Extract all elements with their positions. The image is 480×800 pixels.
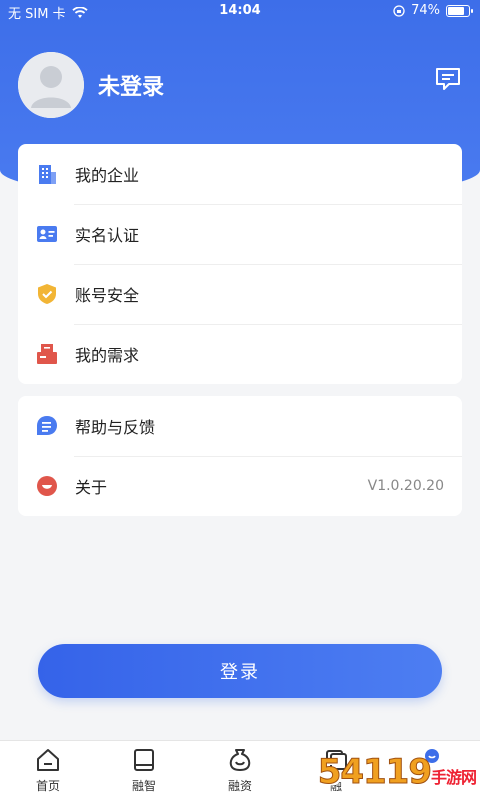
- message-icon: [436, 68, 460, 90]
- status-right: 74%: [393, 3, 473, 18]
- message-button[interactable]: [434, 66, 462, 92]
- tab-label: 融智: [131, 779, 156, 793]
- tab-label: 融资: [227, 779, 252, 793]
- support-menu-card: 帮助与反馈 关于 V1.0.20.20: [18, 396, 462, 516]
- tab-rongzi[interactable]: 融资: [192, 741, 288, 800]
- menu-item-my-enterprise[interactable]: 我的企业: [18, 144, 462, 204]
- app-version: V1.0.20.20: [367, 478, 444, 494]
- account-menu-card: 我的企业 实名认证 账号安全 我的需求: [18, 144, 462, 384]
- menu-item-label: 我的需求: [75, 346, 140, 365]
- menu-item-label: 帮助与反馈: [75, 418, 156, 437]
- book-icon: [131, 747, 157, 773]
- menu-item-label: 关于: [75, 478, 108, 497]
- profile-header[interactable]: 未登录: [18, 52, 164, 118]
- id-card-icon: [36, 223, 58, 245]
- battery-icon: [446, 4, 473, 17]
- building-icon: [36, 163, 58, 185]
- shield-icon: [36, 283, 58, 305]
- menu-item-my-requests[interactable]: 我的需求: [18, 324, 462, 384]
- status-bar: 无 SIM 卡 14:04 74%: [0, 0, 480, 24]
- money-bag-icon: [227, 747, 253, 773]
- request-icon: [36, 343, 58, 365]
- menu-item-label: 账号安全: [75, 286, 140, 305]
- chat-bubble-icon: [36, 415, 58, 437]
- site-watermark: 54119手游网: [317, 752, 477, 793]
- menu-item-label: 我的企业: [75, 166, 140, 185]
- tab-label: 首页: [35, 779, 60, 793]
- menu-item-label: 实名认证: [75, 226, 140, 245]
- default-avatar-icon: [18, 52, 84, 118]
- tab-rongzhi[interactable]: 融智: [96, 741, 192, 800]
- avatar[interactable]: [18, 52, 84, 118]
- battery-percent: 74%: [411, 3, 440, 18]
- orientation-lock-icon: [393, 4, 405, 17]
- login-button[interactable]: 登录: [38, 644, 442, 698]
- home-icon: [35, 747, 61, 773]
- menu-item-about[interactable]: 关于 V1.0.20.20: [18, 456, 462, 516]
- watermark-site: 手游网: [430, 768, 477, 787]
- menu-item-verification[interactable]: 实名认证: [18, 204, 462, 264]
- smile-icon: [36, 475, 58, 497]
- username-label[interactable]: 未登录: [98, 69, 164, 101]
- tab-home[interactable]: 首页: [0, 741, 96, 800]
- watermark-brand: 54119: [317, 752, 432, 793]
- menu-item-help-feedback[interactable]: 帮助与反馈: [18, 396, 462, 456]
- menu-item-account-security[interactable]: 账号安全: [18, 264, 462, 324]
